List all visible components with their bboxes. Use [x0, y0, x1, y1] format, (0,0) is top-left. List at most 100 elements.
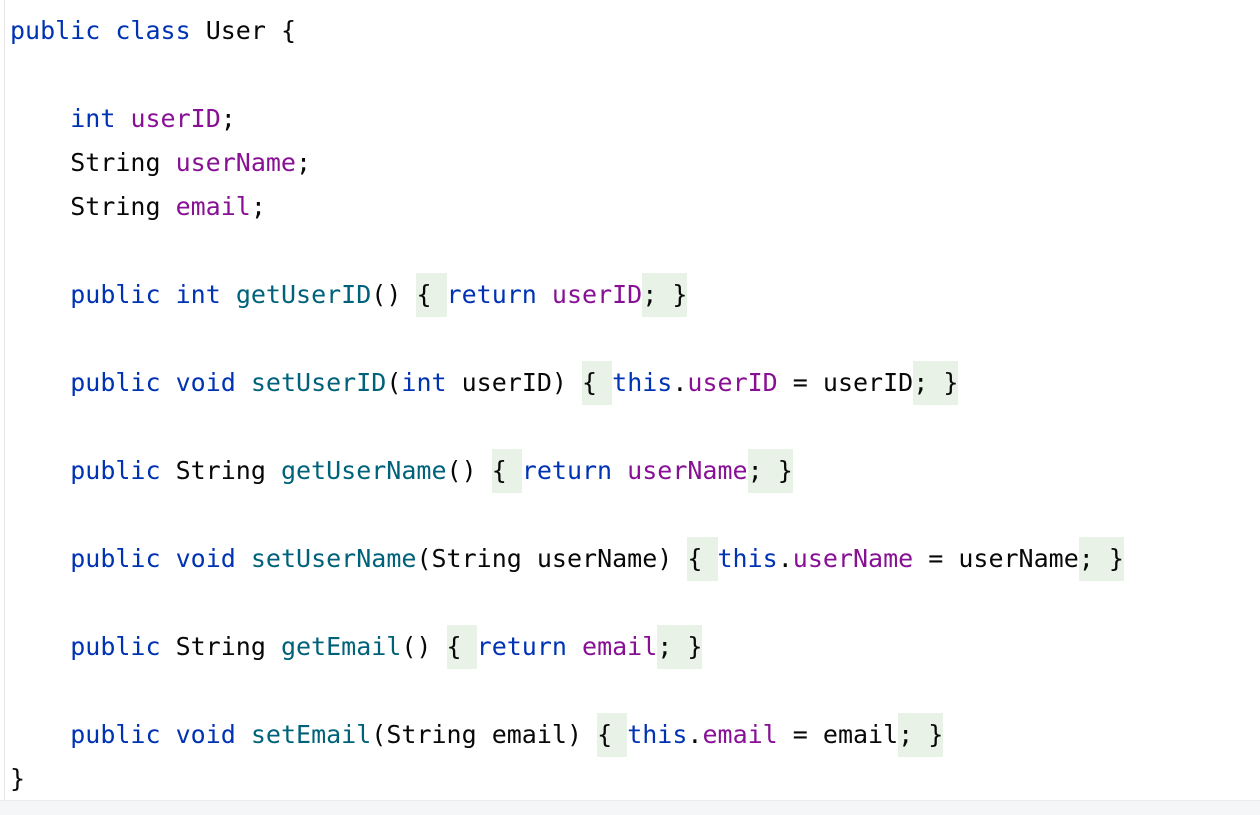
code-line[interactable]: }: [10, 757, 25, 801]
brace-highlight-token: {: [491, 449, 522, 493]
code-token: email: [582, 632, 658, 661]
code-token: .: [672, 368, 688, 397]
code-token: public: [70, 280, 161, 309]
code-token: void: [175, 720, 236, 749]
code-line[interactable]: String userName;: [10, 141, 311, 185]
code-token: getUserID: [235, 280, 372, 309]
code-token: = userName: [913, 544, 1079, 573]
code-token: String: [10, 148, 176, 177]
code-token: void: [175, 368, 236, 397]
code-line[interactable]: public void setUserID(int userID) { this…: [10, 361, 959, 405]
code-token: ;: [250, 192, 266, 221]
editor-bottom-bar: [0, 800, 1260, 815]
code-line[interactable]: public void setUserName(String userName)…: [10, 537, 1124, 581]
code-token: userID: [551, 280, 643, 309]
code-token: (): [401, 632, 447, 661]
code-token: (): [371, 280, 417, 309]
brace-highlight-token: }: [672, 273, 688, 317]
code-token: return: [521, 456, 613, 485]
code-token: setUserID: [250, 368, 387, 397]
brace-highlight-token: }: [777, 449, 793, 493]
code-token: public: [10, 16, 101, 45]
code-token: int: [70, 104, 116, 133]
code-token: setUserName: [250, 544, 417, 573]
brace-highlight-token: ;: [1078, 537, 1109, 581]
code-token: public: [70, 456, 161, 485]
code-token: this: [612, 368, 673, 397]
brace-highlight-token: {: [446, 625, 477, 669]
code-token: int: [401, 368, 447, 397]
code-token: ;: [220, 104, 236, 133]
brace-highlight-token: {: [687, 537, 718, 581]
brace-highlight-token: ;: [657, 625, 688, 669]
code-line[interactable]: public int getUserID() { return userID; …: [10, 273, 688, 317]
code-token: .: [687, 720, 703, 749]
brace-highlight-token: {: [416, 273, 447, 317]
brace-highlight-token: {: [597, 713, 628, 757]
code-line[interactable]: int userID;: [10, 97, 236, 141]
code-token: String: [10, 192, 176, 221]
code-token: return: [476, 632, 567, 661]
code-token: userName: [792, 544, 914, 573]
code-token: userID: [130, 104, 221, 133]
code-token: public: [70, 632, 161, 661]
brace-highlight-token: {: [582, 361, 613, 405]
brace-highlight-token: }: [1108, 537, 1124, 581]
code-token: String: [160, 632, 281, 661]
code-token: this: [627, 720, 688, 749]
brace-highlight-token: }: [928, 713, 944, 757]
brace-highlight-token: ;: [913, 361, 944, 405]
code-token: email: [175, 192, 251, 221]
brace-highlight-token: ;: [642, 273, 673, 317]
code-token: return: [446, 280, 537, 309]
code-line[interactable]: public String getEmail() { return email;…: [10, 625, 703, 669]
code-line[interactable]: public void setEmail(String email) { thi…: [10, 713, 944, 757]
brace-highlight-token: ;: [747, 449, 778, 493]
code-token: void: [175, 544, 236, 573]
code-token: int: [175, 280, 221, 309]
code-token: userName: [175, 148, 296, 177]
code-token: email: [702, 720, 778, 749]
code-token: public: [70, 368, 161, 397]
code-line[interactable]: public String getUserName() { return use…: [10, 449, 793, 493]
code-token: = userID: [777, 368, 914, 397]
code-token: (): [446, 456, 492, 485]
code-line[interactable]: public class User {: [10, 9, 296, 53]
code-token: = email: [777, 720, 899, 749]
code-token: (String userName): [416, 544, 688, 573]
code-token: this: [717, 544, 778, 573]
brace-highlight-token: }: [687, 625, 703, 669]
code-token: ;: [296, 148, 312, 177]
code-token: userID: [687, 368, 778, 397]
code-token: String: [160, 456, 281, 485]
brace-highlight-token: ;: [898, 713, 929, 757]
code-token: getUserName: [280, 456, 447, 485]
code-token: class: [115, 16, 191, 45]
brace-highlight-token: }: [943, 361, 959, 405]
code-token: userName: [627, 456, 748, 485]
code-token: userID): [446, 368, 583, 397]
code-token: public: [70, 544, 161, 573]
code-token: (String email): [371, 720, 598, 749]
code-token: (: [386, 368, 402, 397]
code-line[interactable]: String email;: [10, 185, 266, 229]
code-editor[interactable]: public class User { int userID; String u…: [0, 0, 1260, 800]
